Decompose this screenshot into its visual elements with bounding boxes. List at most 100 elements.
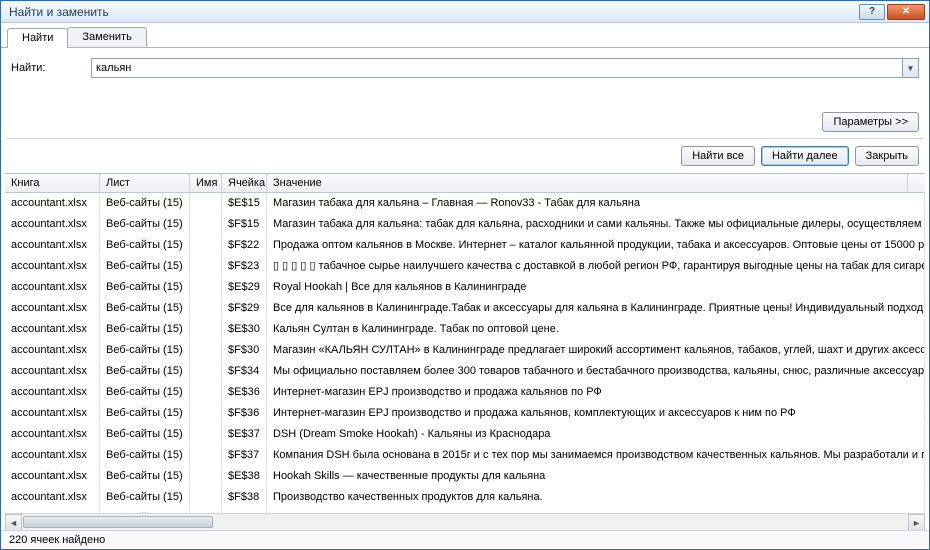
statusbar: 220 ячеек найдено	[1, 530, 929, 549]
cell-name	[190, 277, 222, 297]
cell-name	[190, 361, 222, 381]
cell-value: Все для кальянов в Калининграде.Табак и …	[267, 298, 925, 318]
cell-book: accountant.xlsx	[5, 487, 100, 507]
find-all-button[interactable]: Найти все	[681, 146, 755, 166]
cell-book: accountant.xlsx	[5, 298, 100, 318]
cell-book: accountant.xlsx	[5, 466, 100, 486]
cell-cell: $F$23	[222, 256, 267, 276]
close-button[interactable]: Закрыть	[855, 146, 919, 166]
tab-replace[interactable]: Заменить	[67, 27, 146, 47]
cell-value: Интернет-магазин EPJ производство и прод…	[267, 382, 925, 402]
cell-sheet: Веб-сайты (15)	[100, 235, 190, 255]
cell-sheet: Веб-сайты (15)	[100, 256, 190, 276]
cell-name	[190, 403, 222, 423]
cell-name	[190, 214, 222, 234]
h-scroll-thumb[interactable]	[23, 516, 213, 528]
tab-find[interactable]: Найти	[7, 28, 68, 48]
help-button[interactable]: ?	[859, 4, 885, 20]
cell-book: accountant.xlsx	[5, 214, 100, 234]
cell-name	[190, 466, 222, 486]
cell-book: accountant.xlsx	[5, 361, 100, 381]
cell-sheet: Веб-сайты (15)	[100, 403, 190, 423]
cell-value: Компания DSH была основана в 2015г и с т…	[267, 445, 925, 465]
cell-book: accountant.xlsx	[5, 445, 100, 465]
cell-book: accountant.xlsx	[5, 319, 100, 339]
table-row[interactable]: accountant.xlsxВеб-сайты (15)$E$38Hookah…	[5, 466, 925, 487]
cell-value: Магазин табака для кальяна: табак для ка…	[267, 214, 925, 234]
table-row[interactable]: accountant.xlsxВеб-сайты (15)$F$37Компан…	[5, 445, 925, 466]
find-input[interactable]	[92, 59, 902, 77]
cell-book: accountant.xlsx	[5, 256, 100, 276]
col-header-sheet[interactable]: Лист	[100, 174, 190, 192]
table-row[interactable]: accountant.xlsxВеб-сайты (15)$E$15Магази…	[5, 193, 925, 214]
table-row[interactable]: accountant.xlsxВеб-сайты (15)$E$37DSH (D…	[5, 424, 925, 445]
tabs: Найти Заменить	[1, 23, 929, 48]
table-row[interactable]: accountant.xlsxВеб-сайты (15)$E$30Кальян…	[5, 319, 925, 340]
cell-sheet: Веб-сайты (15)	[100, 193, 190, 213]
cell-name	[190, 298, 222, 318]
cell-cell: $E$37	[222, 424, 267, 444]
h-scroll-left-arrow[interactable]: ◄	[5, 514, 22, 530]
close-window-button[interactable]: ✕	[887, 4, 925, 20]
h-scrollbar[interactable]: ◄ ►	[5, 513, 925, 530]
table-row[interactable]: accountant.xlsxВеб-сайты (15) $E$36Интерн…	[5, 382, 925, 403]
table-row[interactable]: accountant.xlsxВеб-сайты (15) $F$15Магази…	[5, 214, 925, 235]
cell-cell: $F$37	[222, 445, 267, 465]
find-next-button[interactable]: Найти далее	[761, 146, 849, 166]
find-label: Найти:	[11, 62, 81, 74]
cell-cell: $F$36	[222, 403, 267, 423]
cell-cell: $E$38	[222, 466, 267, 486]
cell-book: accountant.xlsx	[5, 277, 100, 297]
cell-name	[190, 256, 222, 276]
cell-sheet: Веб-сайты (15)	[100, 298, 190, 318]
col-header-name[interactable]: Имя	[190, 174, 222, 192]
cell-book: accountant.xlsx	[5, 340, 100, 360]
cell-sheet: Веб-сайты (15)	[100, 214, 190, 234]
cell-cell: $F$29	[222, 298, 267, 318]
find-replace-dialog: Найти и заменить ? ✕ Найти Заменить Найт…	[0, 0, 930, 550]
cell-cell: $F$15	[222, 214, 267, 234]
cell-cell: $E$30	[222, 319, 267, 339]
cell-book: accountant.xlsx	[5, 382, 100, 402]
cell-cell: $E$29	[222, 277, 267, 297]
cell-name	[190, 424, 222, 444]
cell-value: Royal Hookah | Все для кальянов в Калини…	[267, 277, 925, 297]
grid-body[interactable]: accountant.xlsxВеб-сайты (15)$E$15Магази…	[5, 193, 925, 513]
cell-sheet: Веб-сайты (15)	[100, 277, 190, 297]
table-row[interactable]: accountant.xlsxВеб-сайты (15) $F$29Все дл…	[5, 298, 925, 319]
table-row[interactable]: accountant.xlsxВеб-сайты (15)$F$36Интерн…	[5, 403, 925, 424]
cell-value: ▯ ▯ ▯ ▯ ▯ табачное сырье наилучшего каче…	[267, 256, 925, 276]
cell-cell: $E$36	[222, 382, 267, 402]
table-row[interactable]: accountant.xlsxВеб-сайты (15)$F$38Произв…	[5, 487, 925, 508]
search-row: Найти: ▼	[1, 48, 929, 82]
cell-name	[190, 193, 222, 213]
cell-name	[190, 340, 222, 360]
table-row[interactable]: accountant.xlsxВеб-сайты (15)$F$34Мы офи…	[5, 361, 925, 382]
cell-sheet: Веб-сайты (15)	[100, 424, 190, 444]
cell-value: Продажа оптом кальянов в Москве. Интерне…	[267, 235, 925, 255]
table-row[interactable]: accountant.xlsxВеб-сайты (15) $F$23▯ ▯ ▯ …	[5, 256, 925, 277]
cell-book: accountant.xlsx	[5, 424, 100, 444]
table-row[interactable]: accountant.xlsxВеб-сайты (15)$F$30Магази…	[5, 340, 925, 361]
cell-name	[190, 382, 222, 402]
grid-header: Книга Лист Имя Ячейка Значение	[5, 174, 925, 193]
col-header-cell[interactable]: Ячейка	[222, 174, 267, 192]
actions-row: Найти все Найти далее Закрыть	[1, 139, 929, 173]
cell-sheet: Веб-сайты (15)	[100, 319, 190, 339]
col-header-book[interactable]: Книга	[5, 174, 100, 192]
table-row[interactable]: accountant.xlsxВеб-сайты (15) $E$29Royal …	[5, 277, 925, 298]
cell-sheet: Веб-сайты (15)	[100, 382, 190, 402]
cell-value: Магазин табака для кальяна – Главная — R…	[267, 193, 925, 213]
cell-cell: $F$38	[222, 487, 267, 507]
h-scroll-right-arrow[interactable]: ►	[908, 514, 925, 530]
titlebar[interactable]: Найти и заменить ? ✕	[1, 1, 929, 23]
table-row[interactable]: accountant.xlsxВеб-сайты (15)$F$22Продаж…	[5, 235, 925, 256]
window-title: Найти и заменить	[9, 5, 857, 19]
cell-sheet: Веб-сайты (15)	[100, 340, 190, 360]
col-header-value[interactable]: Значение	[267, 174, 908, 192]
cell-value: Интернет-магазин EPJ производство и прод…	[267, 403, 925, 423]
params-button[interactable]: Параметры >>	[822, 112, 919, 132]
find-dropdown-arrow[interactable]: ▼	[902, 59, 918, 77]
cell-name	[190, 487, 222, 507]
cell-value: Мы официально поставляем более 300 товар…	[267, 361, 925, 381]
